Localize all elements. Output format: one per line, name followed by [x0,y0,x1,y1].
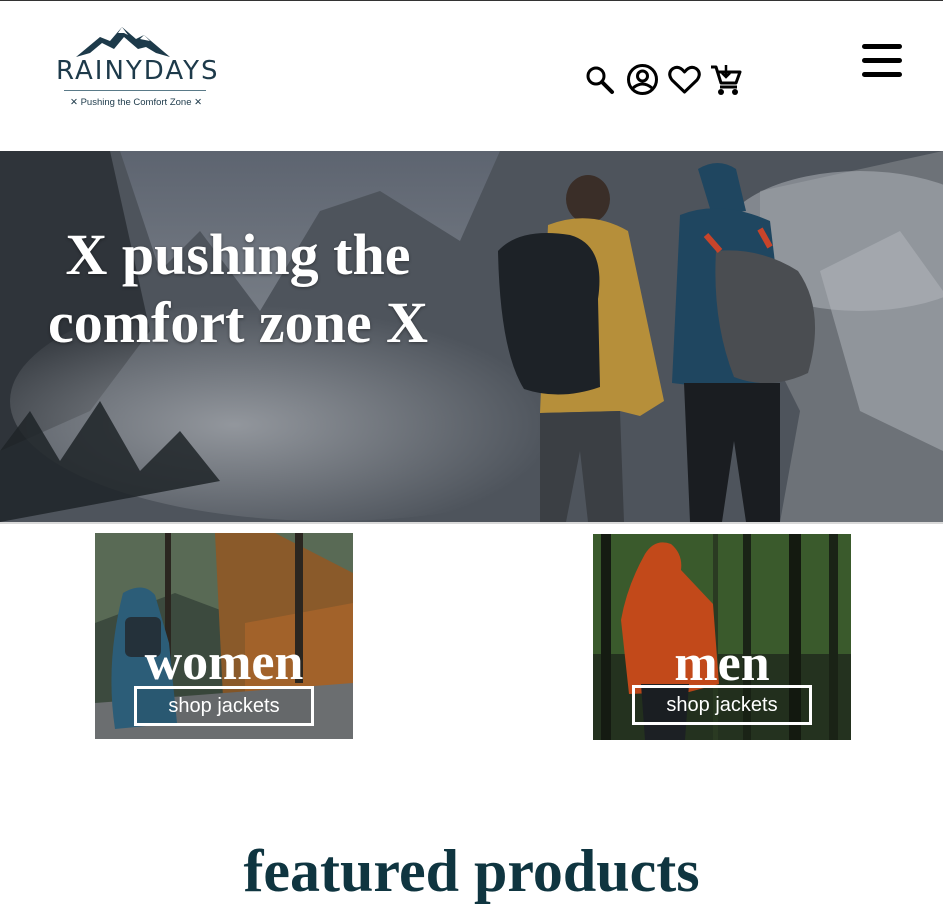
shop-jackets-button[interactable]: shop jackets [632,685,812,725]
logo-wordmark: RAINYDAYS [56,56,220,86]
heart-icon[interactable] [668,65,701,95]
cart-icon[interactable] [709,63,743,97]
featured-products-heading: featured products [243,838,700,904]
menu-icon[interactable] [861,42,903,80]
category-title: women [144,634,304,691]
shop-jackets-button[interactable]: shop jackets [134,686,314,726]
category-card-women[interactable]: women shop jackets [95,533,353,739]
logo-divider [64,90,206,91]
hero-divider [0,522,943,524]
hero-title: X pushing the comfort zone X [47,222,429,355]
hero-banner: X pushing the comfort zone X [0,151,943,522]
logo-tagline: ✕ Pushing the Comfort Zone ✕ [70,97,203,108]
category-card-men[interactable]: men shop jackets [593,534,851,740]
brand-logo[interactable]: RAINYDAYS ✕ Pushing the Comfort Zone ✕ [52,23,220,115]
site-header: RAINYDAYS ✕ Pushing the Comfort Zone ✕ [0,1,943,151]
account-icon[interactable] [626,63,659,96]
search-icon[interactable] [584,65,616,95]
